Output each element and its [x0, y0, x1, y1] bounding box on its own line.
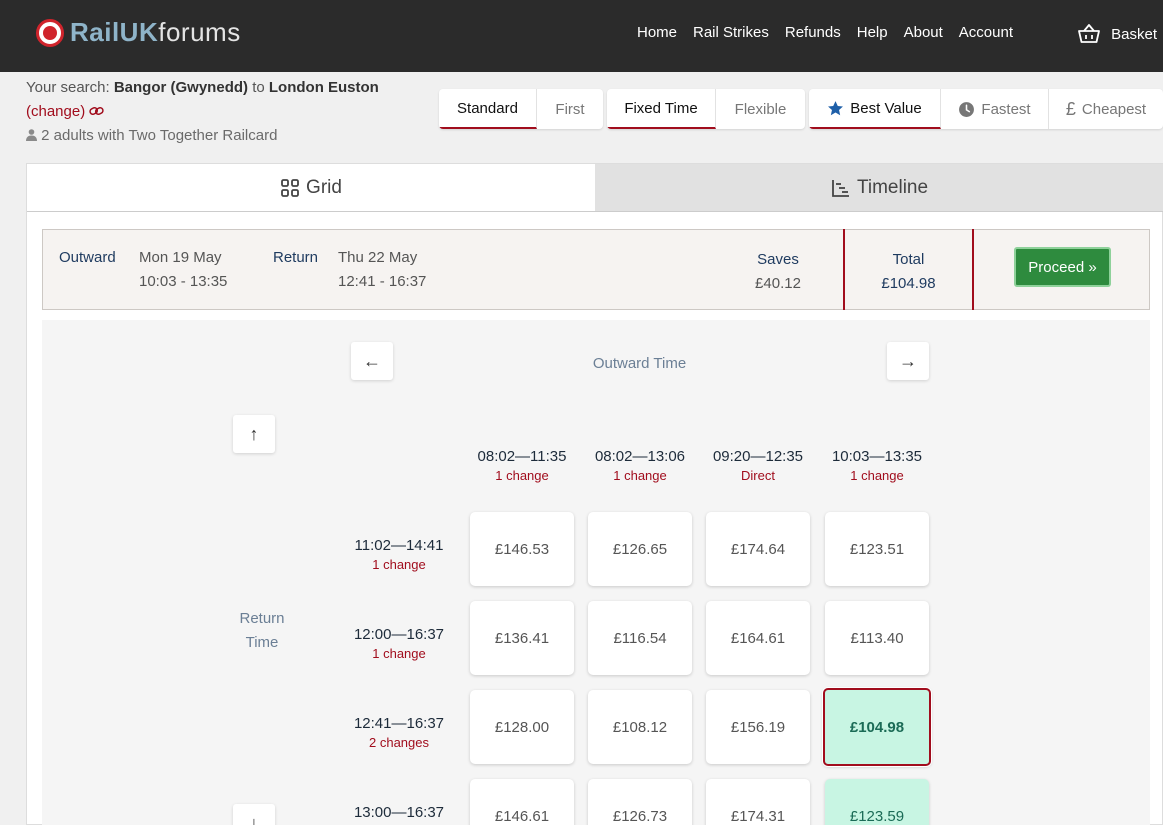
search-summary: Your search: Bangor (Gwynedd) to London … — [26, 76, 379, 148]
cheapest-label: Cheapest — [1081, 100, 1147, 118]
fare-cell[interactable]: £156.19 — [706, 690, 810, 764]
toggle-first[interactable]: First — [537, 89, 603, 129]
nav-home[interactable]: Home — [637, 24, 677, 41]
tab-timeline[interactable]: Timeline — [595, 164, 1163, 211]
change-search-link[interactable]: (change) — [26, 103, 85, 120]
prev-outward-button[interactable]: ← — [351, 342, 393, 380]
saves-label: Saves — [757, 251, 799, 268]
search-to-word: to — [252, 79, 265, 96]
next-outward-button[interactable]: → — [887, 342, 929, 380]
fare-cell[interactable]: £126.65 — [588, 512, 692, 586]
saves-value: £40.12 — [755, 275, 801, 292]
results-panel: Grid Timeline Outward Mon 19 May 10:03 -… — [26, 163, 1163, 825]
return-row-header: 13:00—16:37 — [353, 804, 445, 821]
ticket-type-toggle-group: Fixed Time Flexible — [607, 89, 805, 129]
search-prefix: Your search: — [26, 79, 110, 96]
toggle-flexible[interactable]: Flexible — [716, 89, 805, 129]
outward-column-header: 08:02—11:35 1 change — [477, 448, 567, 483]
fare-cell[interactable]: £123.51 — [825, 512, 929, 586]
search-origin: Bangor (Gwynedd) — [113, 79, 249, 96]
nav-account[interactable]: Account — [959, 24, 1013, 41]
savings: Saves £40.12 — [733, 248, 823, 296]
later-return-button[interactable]: ↓ — [233, 804, 275, 825]
outward-column-header: 08:02—13:06 1 change — [594, 448, 686, 483]
total-value: £104.98 — [881, 275, 936, 292]
selection-summary: Outward Mon 19 May 10:03 - 13:35 Return … — [42, 229, 1150, 310]
logo-text-railuk: RailUK — [70, 17, 159, 47]
fare-cell[interactable]: £136.41 — [470, 601, 574, 675]
grid-icon — [281, 178, 299, 197]
fare-cell[interactable]: £128.00 — [470, 690, 574, 764]
fare-cell[interactable]: £164.61 — [706, 601, 810, 675]
return-label: Return — [273, 249, 319, 266]
toggle-standard[interactable]: Standard — [439, 89, 537, 129]
return-time: 12:41 - 16:37 — [338, 273, 427, 290]
top-navigation-bar: RailUKforums Home Rail Strikes Refunds H… — [0, 0, 1163, 72]
toggle-best-value[interactable]: Best Value — [809, 89, 941, 129]
tab-timeline-label: Timeline — [856, 176, 929, 198]
fare-cell[interactable]: £146.61 — [470, 779, 574, 825]
return-time-axis-label: Return Time — [239, 610, 285, 651]
logo-text-forums: forums — [158, 17, 241, 47]
fastest-label: Fastest — [981, 100, 1031, 118]
total-label: Total — [892, 251, 925, 268]
person-icon — [26, 129, 37, 141]
fare-cell[interactable]: £126.73 — [588, 779, 692, 825]
nav-about[interactable]: About — [904, 24, 943, 41]
clock-icon — [959, 101, 975, 117]
timeline-icon — [832, 179, 849, 197]
fare-cell[interactable]: £113.40 — [825, 601, 929, 675]
fare-cell[interactable]: £108.12 — [588, 690, 692, 764]
return-row-header: 11:02—14:41 1 change — [354, 537, 444, 572]
fare-cell[interactable]: £174.64 — [706, 512, 810, 586]
outward-label: Outward — [59, 249, 116, 266]
search-destination: London Euston — [268, 79, 379, 96]
outward-column-header: 10:03—13:35 1 change — [831, 448, 923, 483]
toggle-cheapest[interactable]: £ Cheapest — [1049, 89, 1163, 129]
fare-cell[interactable]: £116.54 — [588, 601, 692, 675]
tab-grid[interactable]: Grid — [27, 164, 595, 211]
view-tabs: Grid Timeline — [27, 164, 1163, 212]
proceed-button[interactable]: Proceed » — [1014, 247, 1111, 287]
fare-cell[interactable]: £146.53 — [470, 512, 574, 586]
star-icon — [828, 100, 844, 115]
outward-time-axis-label: Outward Time — [592, 355, 687, 372]
earlier-return-button[interactable]: ↑ — [233, 415, 275, 453]
nav-help[interactable]: Help — [857, 24, 888, 41]
main-nav: Home Rail Strikes Refunds Help About Acc… — [637, 24, 1013, 41]
sort-toggle-group: Best Value Fastest £ Cheapest — [809, 89, 1163, 129]
outward-date: Mon 19 May — [139, 249, 222, 266]
best-value-label: Best Value — [850, 99, 922, 117]
nav-refunds[interactable]: Refunds — [785, 24, 841, 41]
basket-link[interactable]: Basket — [1077, 22, 1157, 46]
return-row-header: 12:00—16:37 1 change — [353, 626, 445, 661]
basket-icon — [1078, 24, 1101, 43]
outward-column-header: 09:20—12:35 Direct — [712, 448, 804, 483]
fare-cell[interactable]: £123.59 — [825, 779, 929, 825]
return-date: Thu 22 May — [338, 249, 418, 266]
class-toggle-group: Standard First — [439, 89, 603, 129]
nav-rail-strikes[interactable]: Rail Strikes — [693, 24, 769, 41]
fare-cell[interactable]: £174.31 — [706, 779, 810, 825]
logo-roundel-icon — [36, 18, 64, 47]
tab-grid-label: Grid — [306, 176, 342, 198]
site-logo[interactable]: RailUKforums — [36, 17, 241, 48]
pound-icon: £ — [1065, 98, 1076, 119]
fare-grid: ← Outward Time → ↑ Return Time ↓ 08:02—1… — [42, 320, 1150, 825]
toggle-fixed-time[interactable]: Fixed Time — [607, 89, 716, 129]
basket-label: Basket — [1111, 25, 1157, 43]
outward-time: 10:03 - 13:35 — [139, 273, 228, 290]
return-row-header: 12:41—16:37 2 changes — [353, 715, 445, 750]
selected-fare-cell[interactable]: £104.98 — [823, 688, 931, 766]
link-icon — [89, 106, 105, 116]
passenger-details: 2 adults with Two Together Railcard — [41, 127, 278, 144]
toggle-fastest[interactable]: Fastest — [941, 89, 1049, 129]
total-price: Total £104.98 — [843, 229, 974, 310]
